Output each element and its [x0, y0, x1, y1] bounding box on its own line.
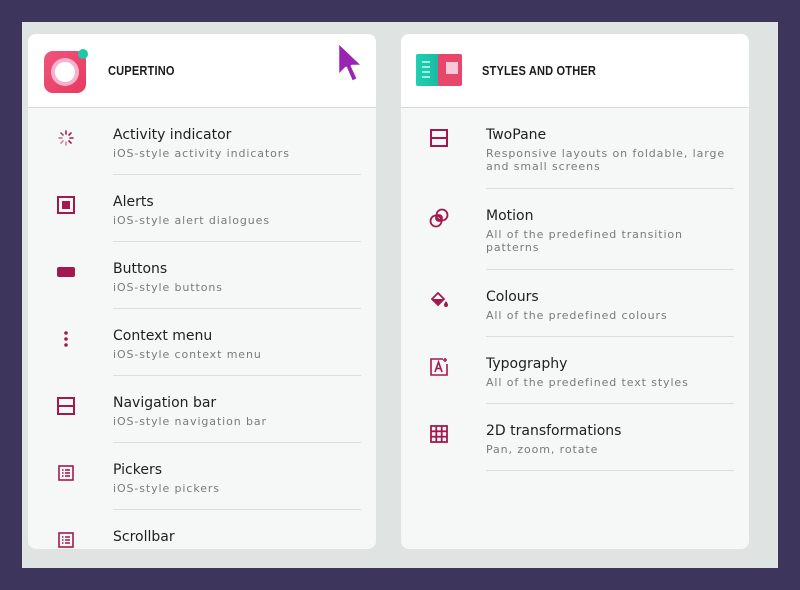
list-item-typography[interactable]: Typography All of the predefined text st… [401, 337, 749, 403]
item-subtitle: Responsive layouts on foldable, large an… [486, 147, 725, 173]
cupertino-panel: CUPERTINO Activity indicator iOS-style a… [28, 34, 376, 549]
item-subtitle: iOS-style activity indicators [113, 147, 290, 160]
styles-header[interactable]: STYLES AND OTHER [401, 34, 749, 108]
item-subtitle: iOS-style buttons [113, 281, 223, 294]
button-icon [56, 262, 76, 282]
motion-icon [429, 208, 449, 228]
list-item-twopane[interactable]: TwoPane Responsive layouts on foldable, … [401, 108, 749, 188]
list-icon [56, 463, 76, 483]
item-title: Typography [486, 356, 568, 372]
item-title: 2D transformations [486, 423, 622, 439]
item-title: Navigation bar [113, 395, 217, 411]
typography-icon [429, 357, 449, 377]
item-title: Colours [486, 289, 539, 305]
paint-bucket-icon [429, 290, 449, 310]
navigation-bar-icon [56, 396, 76, 416]
item-subtitle: All of the predefined transition pattern… [486, 228, 683, 254]
item-subtitle: All of the predefined text styles [486, 376, 689, 389]
item-title: Pickers [113, 462, 162, 478]
list-item-alerts[interactable]: Alerts iOS-style alert dialogues [28, 175, 376, 241]
alert-icon [56, 195, 76, 215]
list-item-pickers[interactable]: Pickers iOS-style pickers [28, 443, 376, 509]
more-vert-icon [56, 329, 76, 349]
cupertino-title: CUPERTINO [108, 63, 175, 78]
list-item-navigation-bar[interactable]: Navigation bar iOS-style navigation bar [28, 376, 376, 442]
list-icon [56, 530, 76, 549]
cupertino-header[interactable]: CUPERTINO [28, 34, 376, 108]
item-subtitle: All of the predefined colours [486, 309, 668, 322]
activity-indicator-icon [56, 128, 76, 148]
item-title: Motion [486, 208, 534, 224]
list-item-buttons[interactable]: Buttons iOS-style buttons [28, 242, 376, 308]
item-title: Activity indicator [113, 127, 232, 143]
item-title: Scrollbar [113, 529, 175, 545]
item-subtitle: Pan, zoom, rotate [486, 443, 599, 456]
list-item-scrollbar[interactable]: Scrollbar [28, 510, 376, 549]
app-window: CUPERTINO Activity indicator iOS-style a… [22, 22, 778, 568]
list-item-colours[interactable]: Colours All of the predefined colours [401, 270, 749, 336]
item-title: TwoPane [486, 127, 547, 143]
mouse-cursor-icon [336, 40, 366, 86]
styles-panel: STYLES AND OTHER TwoPane Responsive layo… [401, 34, 749, 549]
item-title: Alerts [113, 194, 154, 210]
item-subtitle: iOS-style context menu [113, 348, 262, 361]
styles-logo-icon [416, 54, 462, 86]
list-item-motion[interactable]: Motion All of the predefined transition … [401, 189, 749, 269]
list-item-activity-indicator[interactable]: Activity indicator iOS-style activity in… [28, 108, 376, 174]
item-title: Context menu [113, 328, 213, 344]
two-pane-icon [429, 128, 449, 148]
item-subtitle: iOS-style pickers [113, 482, 220, 495]
item-subtitle: iOS-style alert dialogues [113, 214, 270, 227]
list-item-2d-transformations[interactable]: 2D transformations Pan, zoom, rotate [401, 404, 749, 470]
item-subtitle: iOS-style navigation bar [113, 415, 267, 428]
grid-icon [429, 424, 449, 444]
cupertino-logo-icon [43, 48, 91, 96]
divider [486, 470, 734, 471]
item-title: Buttons [113, 261, 168, 277]
list-item-context-menu[interactable]: Context menu iOS-style context menu [28, 309, 376, 375]
styles-title: STYLES AND OTHER [482, 63, 597, 78]
